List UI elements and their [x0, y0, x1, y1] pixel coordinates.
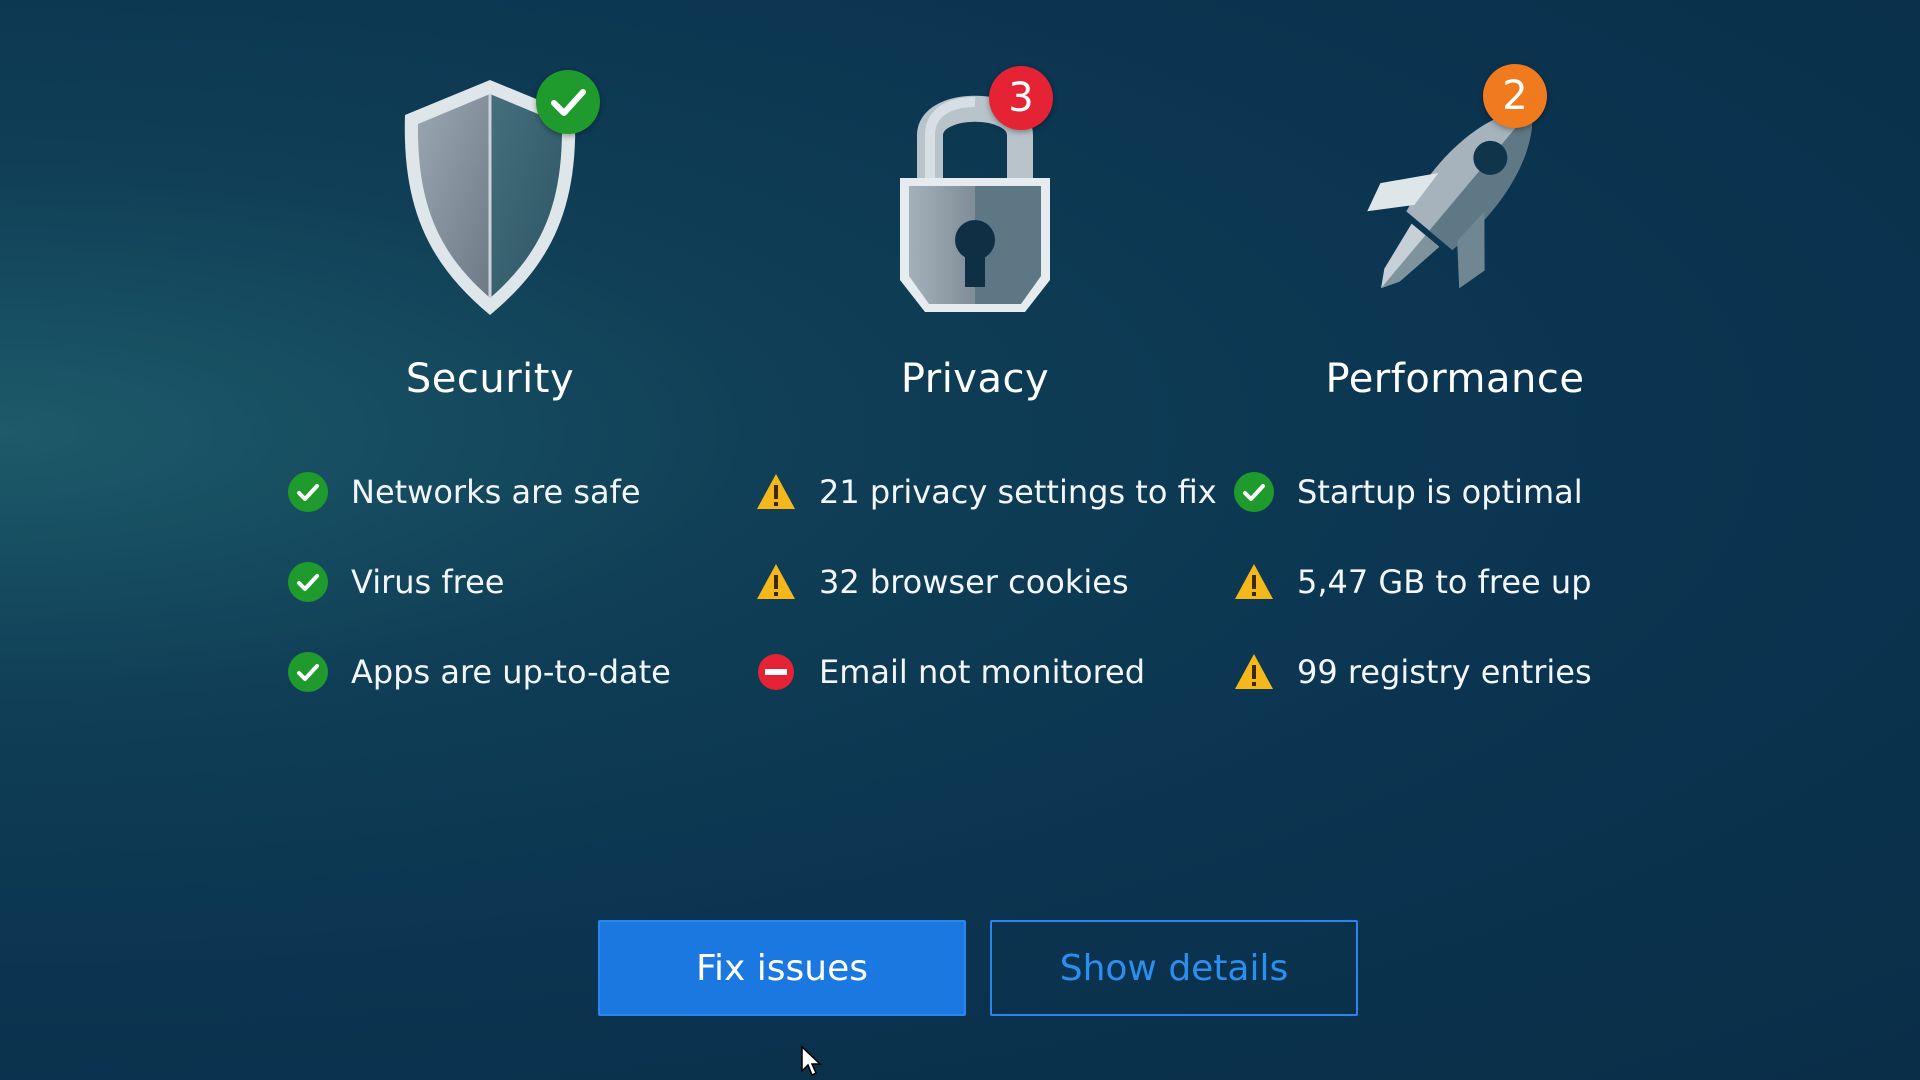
list-item: 5,47 GB to free up [1233, 560, 1592, 604]
check-circle-icon [287, 651, 329, 693]
performance-title: Performance [1325, 356, 1585, 402]
item-label: Apps are up-to-date [351, 653, 671, 691]
item-label: 21 privacy settings to fix [819, 473, 1217, 511]
list-item: 99 registry entries [1233, 650, 1592, 694]
list-item: Virus free [287, 560, 671, 604]
warning-icon [755, 471, 797, 513]
mouse-cursor-icon [801, 1045, 822, 1077]
list-item: Apps are up-to-date [287, 650, 671, 694]
padlock-icon [900, 95, 1050, 312]
minus-circle-icon [755, 651, 797, 693]
category-privacy: 3 Privacy [725, 60, 1225, 402]
privacy-status-list: 21 privacy settings to fix 32 browser co… [755, 470, 1217, 740]
item-label: 32 browser cookies [819, 563, 1129, 601]
list-item: Email not monitored [755, 650, 1217, 694]
category-performance: 2 Performance [1205, 60, 1705, 402]
warning-icon [755, 561, 797, 603]
checkmark-icon [551, 89, 586, 116]
check-circle-icon [287, 561, 329, 603]
item-label: Startup is optimal [1297, 473, 1583, 511]
list-item: 21 privacy settings to fix [755, 470, 1217, 514]
item-label: 5,47 GB to free up [1297, 563, 1592, 601]
list-item: Startup is optimal [1233, 470, 1592, 514]
privacy-title: Privacy [900, 356, 1050, 402]
scan-results-screen: Security 3 Privacy 2 Performance Network… [0, 0, 1920, 1080]
check-circle-icon [287, 471, 329, 513]
security-icon-wrap [360, 60, 620, 330]
performance-issues-badge: 2 [1483, 64, 1547, 128]
performance-icon-wrap: 2 [1325, 60, 1585, 330]
security-status-list: Networks are safe Virus free Apps are up… [287, 470, 671, 740]
item-label: Virus free [351, 563, 505, 601]
privacy-icon-wrap: 3 [845, 60, 1105, 330]
item-label: 99 registry entries [1297, 653, 1592, 691]
list-item: Networks are safe [287, 470, 671, 514]
check-circle-icon [1233, 471, 1275, 513]
item-label: Networks are safe [351, 473, 641, 511]
performance-status-list: Startup is optimal 5,47 GB to free up 99… [1233, 470, 1592, 740]
privacy-issues-badge: 3 [989, 66, 1053, 130]
warning-icon [1233, 651, 1275, 693]
warning-icon [1233, 561, 1275, 603]
security-ok-badge [536, 70, 600, 134]
category-security: Security [240, 60, 740, 402]
security-title: Security [405, 356, 575, 402]
list-item: 32 browser cookies [755, 560, 1217, 604]
show-details-button[interactable]: Show details [990, 920, 1358, 1016]
fix-issues-button[interactable]: Fix issues [598, 920, 966, 1016]
item-label: Email not monitored [819, 653, 1146, 691]
